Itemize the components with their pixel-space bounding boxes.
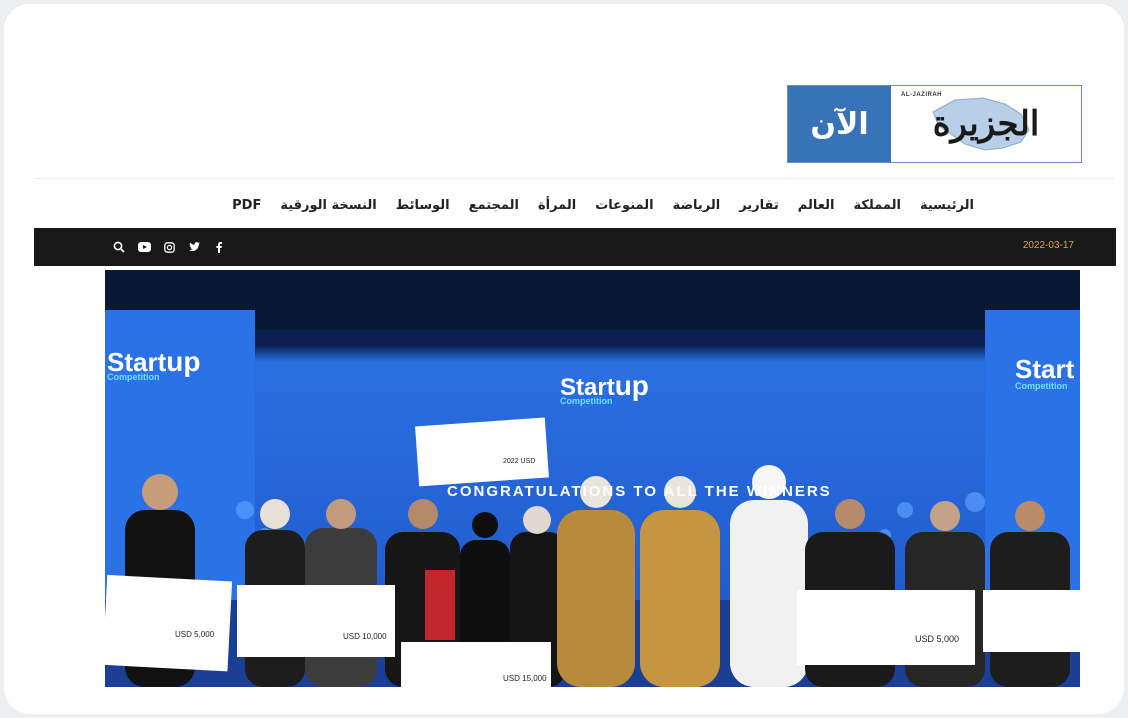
nav-item-variety[interactable]: المنوعات [595,198,653,213]
logo-now-label: الآن [788,86,891,162]
current-date: 2022-03-17 [1022,240,1074,251]
hero-illustration [105,270,1080,687]
logo-name-text: الجزيرة [932,104,1040,144]
check-amount-right: USD 5,000 [915,634,960,644]
nav-item-sports[interactable]: الرياضة [673,198,721,213]
facebook-icon[interactable] [212,240,226,254]
check-amount-mid: USD 10,000 [343,632,387,641]
nav-item-home[interactable]: الرئيسية [920,198,974,213]
check-amount-front: USD 15,000 [503,674,547,683]
social-icons [112,240,237,254]
nav-item-reports[interactable]: تقارير [739,198,779,213]
screen-brand-start-right: Start [1015,354,1075,384]
screen-brand-sub-right: Competition [1015,381,1068,391]
logo-latin-text: AL-JAZIRAH [901,92,942,98]
screen-brand-up-left: up [166,346,201,377]
nav-item-women[interactable]: المرأة [538,198,576,213]
nav-item-kingdom[interactable]: المملكة [853,198,901,213]
youtube-icon[interactable] [137,240,151,254]
check-amount-left: USD 5,000 [175,630,215,639]
screen-brand-up: up [614,370,649,401]
nav-item-print-edition[interactable]: النسخة الورقية [280,198,376,213]
screen-banner: CONGRATULATIONS TO ALL THE WINNERS [447,483,832,500]
nav-item-media[interactable]: الوسائط [396,198,450,213]
hero-photo[interactable]: Startup Competition Startup Competition … [105,270,1080,687]
main-nav: الرئيسية المملكة العالم تقارير الرياضة ا… [204,194,974,216]
screen-logo-left: Startup Competition [107,346,200,382]
nav-item-world[interactable]: العالم [798,198,835,213]
search-icon[interactable] [112,240,126,254]
screen-logo-center: Startup Competition [560,370,649,406]
site-logo[interactable]: الآن AL-JAZIRAH الجزيرة [787,85,1082,163]
nav-item-pdf[interactable]: PDF [232,198,261,213]
nav-item-society[interactable]: المجتمع [469,198,519,213]
page-card: الآن AL-JAZIRAH الجزيرة الرئيسية المملكة… [4,4,1124,714]
header-divider [34,178,1114,179]
screen-logo-right: Start Competition [1015,354,1074,391]
twitter-icon[interactable] [187,240,201,254]
logo-wordmark: AL-JAZIRAH الجزيرة [891,86,1081,162]
instagram-icon[interactable] [162,240,176,254]
top-bar: 2022-03-17 [34,228,1116,266]
check-amount-top: 2022 USD [503,458,536,465]
